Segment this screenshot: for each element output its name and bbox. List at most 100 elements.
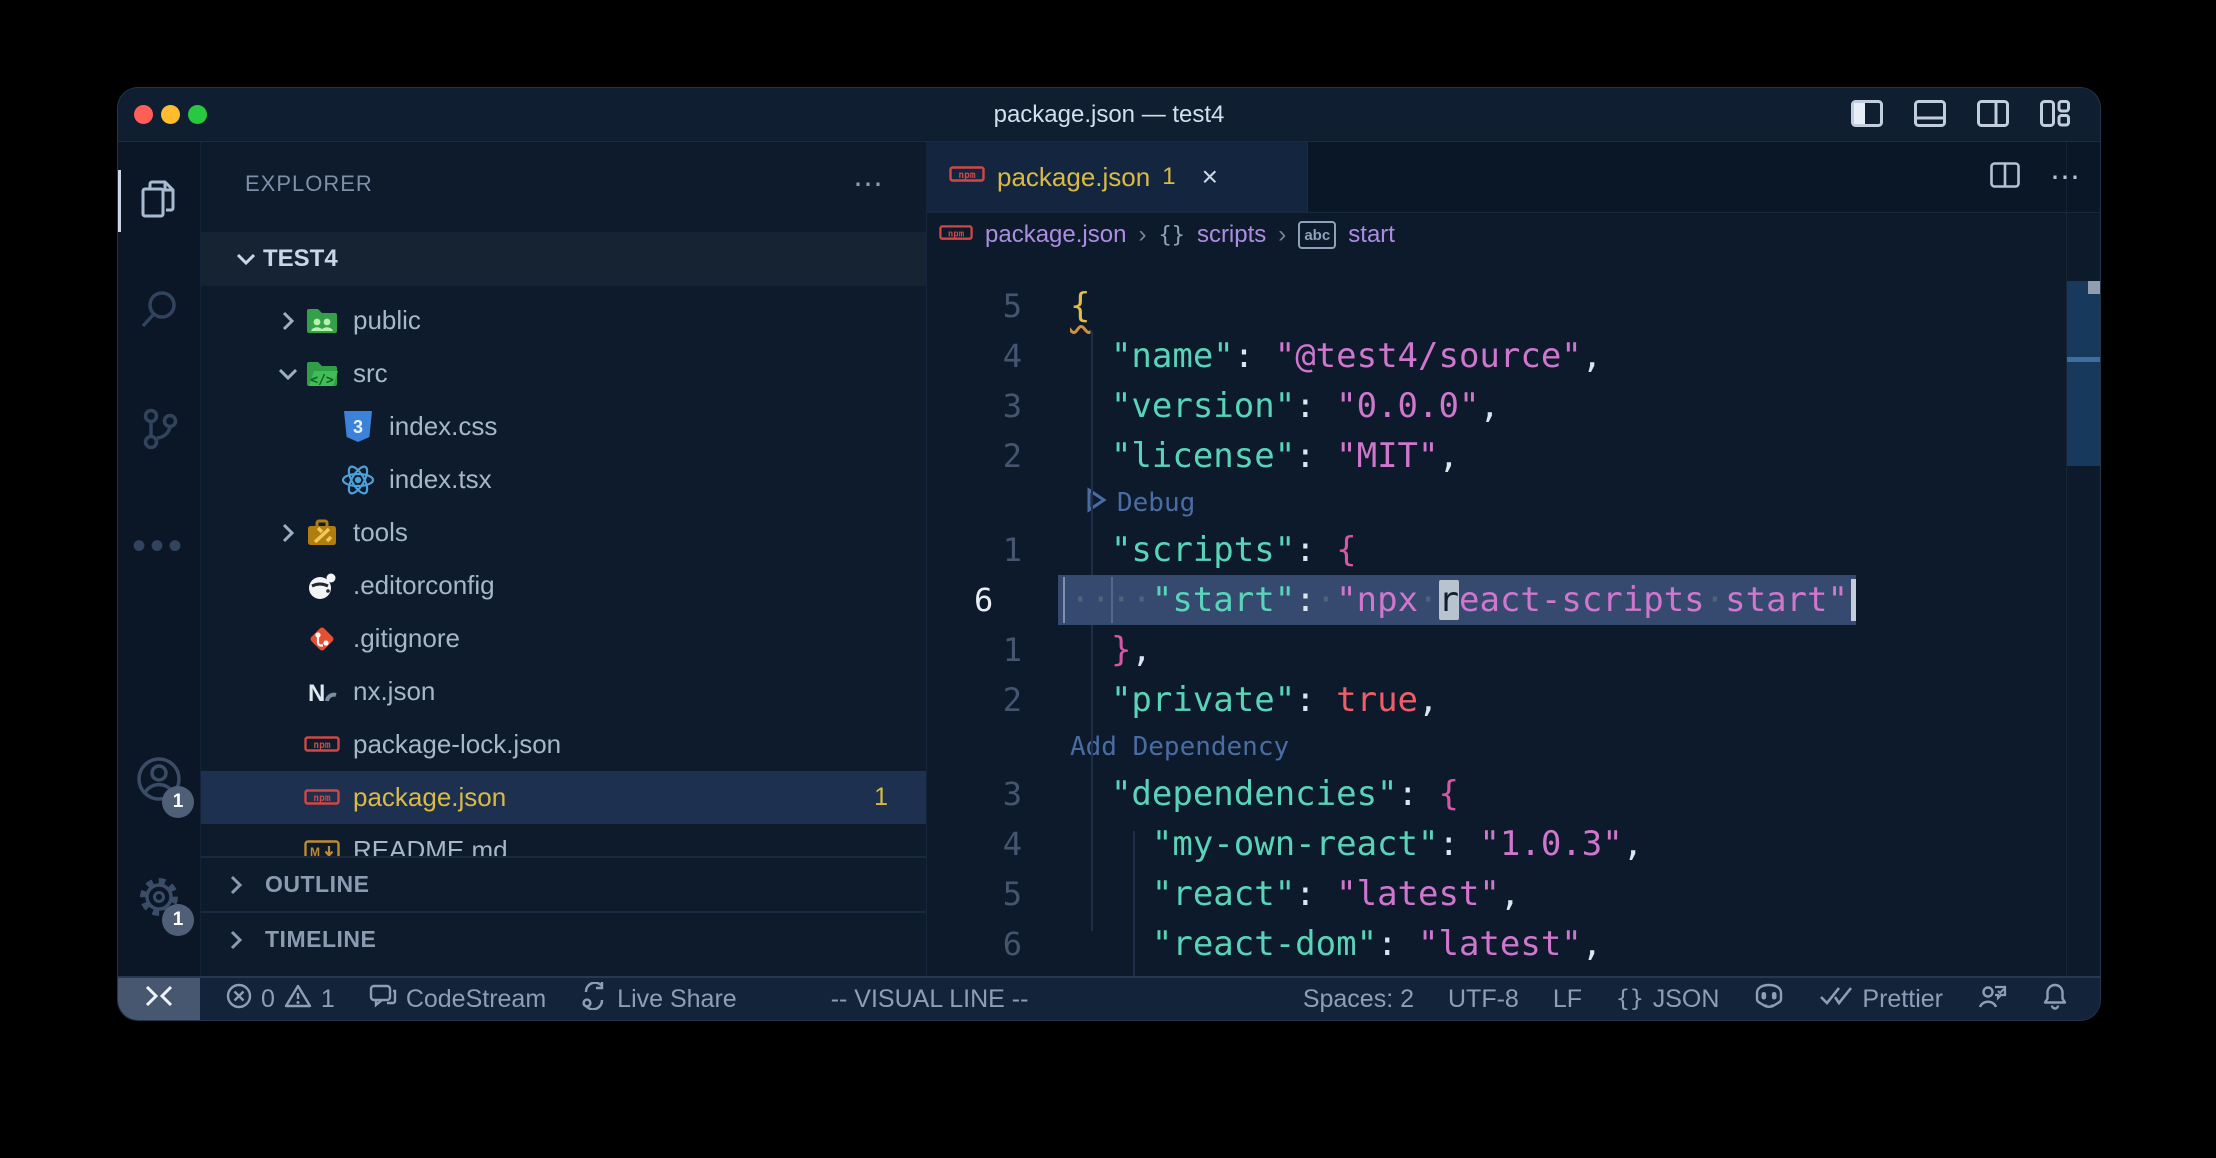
sidebar-more-actions[interactable]: ⋯ — [853, 167, 886, 202]
sidebar-title: EXPLORER — [245, 171, 373, 197]
explorer-activity-button[interactable] — [118, 162, 200, 240]
live-share-icon — [580, 982, 608, 1017]
minimize-window-button[interactable] — [161, 105, 180, 124]
indentation-status[interactable]: Spaces: 2 — [1286, 978, 1431, 1020]
editor-group: npm package.json 1 × ⋯ npm package.json … — [927, 142, 2100, 976]
breadcrumb-scripts[interactable]: scripts — [1197, 221, 1266, 249]
encoding-label: UTF-8 — [1448, 985, 1519, 1014]
settings-button[interactable]: 1 — [118, 860, 200, 938]
search-activity-button[interactable] — [118, 272, 200, 350]
files-icon — [137, 177, 181, 226]
file-tree: public </> src 3 index.css index.tsx — [201, 294, 926, 877]
toggle-sidebar-icon[interactable] — [1851, 100, 1883, 127]
chevron-down-icon — [229, 252, 263, 266]
eol-status[interactable]: LF — [1536, 978, 1599, 1020]
status-bar: 0 1 CodeStream Live Share -- VISUAL LINE… — [118, 976, 2100, 1020]
warning-icon — [284, 983, 312, 1016]
line-number-current: 6 — [927, 581, 1022, 619]
close-tab-icon[interactable]: × — [1202, 163, 1218, 191]
feedback-status[interactable] — [1960, 978, 2024, 1020]
breadcrumb: npm package.json › {} scripts › abc star… — [927, 213, 2100, 257]
toggle-panel-icon[interactable] — [1914, 100, 1946, 127]
tree-item-public[interactable]: public — [201, 294, 926, 347]
tab-package-json[interactable]: npm package.json 1 × — [927, 142, 1308, 212]
tree-item-gitignore[interactable]: .gitignore — [201, 612, 926, 665]
tree-item-tools[interactable]: tools — [201, 506, 926, 559]
remote-indicator[interactable] — [118, 978, 200, 1020]
code-area[interactable]: 5{ 4 "name": "@test4/source", 3 "version… — [927, 257, 2100, 976]
outline-section-header[interactable]: OUTLINE — [201, 856, 926, 911]
screen: package.json — test4 ••• 1 — [0, 0, 2216, 1158]
zoom-window-button[interactable] — [188, 105, 207, 124]
double-check-icon — [1819, 984, 1853, 1015]
bell-icon — [2041, 982, 2069, 1017]
svg-text:npm: npm — [313, 740, 330, 751]
problem-count-badge: 1 — [874, 783, 888, 812]
tree-item-nx-json[interactable]: N nx.json — [201, 665, 926, 718]
scrollbar-thumb[interactable] — [2067, 281, 2100, 466]
tree-item-editorconfig[interactable]: .editorconfig — [201, 559, 926, 612]
more-views-button[interactable]: ••• — [118, 507, 200, 585]
layout-controls — [1851, 100, 2070, 127]
close-window-button[interactable] — [134, 105, 153, 124]
tree-root-test4[interactable]: TEST4 — [201, 232, 926, 286]
eol-label: LF — [1553, 985, 1582, 1014]
accounts-button[interactable]: 1 — [118, 742, 200, 820]
code-line: 2 "private": true, — [927, 675, 2100, 725]
warning-count: 1 — [321, 985, 335, 1014]
codestream-label: CodeStream — [406, 985, 546, 1014]
code-line: 4 "my-own-react": "1.0.3", — [927, 819, 2100, 869]
copilot-status[interactable] — [1736, 978, 1802, 1020]
chevron-down-icon — [271, 367, 305, 381]
svg-text:npm: npm — [958, 170, 975, 181]
traffic-lights — [134, 105, 207, 124]
vim-mode-indicator[interactable]: -- VISUAL LINE -- — [814, 978, 1046, 1020]
breadcrumb-start[interactable]: start — [1348, 221, 1395, 249]
tree-item-package-lock[interactable]: npm package-lock.json — [201, 718, 926, 771]
split-editor-icon[interactable] — [1990, 162, 2020, 193]
play-icon — [1085, 487, 1107, 520]
codestream-status[interactable]: CodeStream — [352, 978, 563, 1020]
timeline-section-header[interactable]: TIMELINE — [201, 911, 926, 966]
tree-item-index-tsx[interactable]: index.tsx — [201, 453, 926, 506]
codelens-add-dependency[interactable]: Add Dependency — [927, 725, 2100, 769]
file-label: index.css — [389, 411, 497, 442]
react-icon — [341, 463, 375, 497]
tree-item-package-json[interactable]: npm package.json 1 — [201, 771, 926, 824]
codelens-debug[interactable]: Debug — [927, 481, 2100, 525]
problems-status[interactable]: 0 1 — [200, 978, 352, 1020]
remote-icon — [144, 983, 174, 1016]
folder-tools-icon — [305, 516, 339, 550]
tree-item-index-css[interactable]: 3 index.css — [201, 400, 926, 453]
prettier-status[interactable]: Prettier — [1802, 978, 1960, 1020]
line-number: 1 — [927, 531, 1022, 569]
npm-icon: npm — [305, 728, 339, 762]
svg-text:</>: </> — [310, 373, 334, 388]
codelens-label: Add Dependency — [1070, 732, 1289, 762]
language-mode-status[interactable]: {} JSON — [1599, 978, 1736, 1020]
selection-end-caret — [1851, 579, 1856, 621]
breadcrumb-file[interactable]: package.json — [985, 221, 1126, 249]
overview-selection-marker — [2067, 357, 2100, 362]
source-control-activity-button[interactable] — [118, 392, 200, 470]
feedback-person-icon — [1977, 982, 2007, 1017]
code-line: 4 "name": "@test4/source", — [927, 331, 2100, 381]
string-symbol-icon: abc — [1298, 221, 1336, 249]
git-icon — [305, 622, 339, 656]
tree-item-src[interactable]: </> src — [201, 347, 926, 400]
nx-icon: N — [305, 675, 339, 709]
line-number: 3 — [927, 387, 1022, 425]
line-number: 2 — [927, 681, 1022, 719]
code-line: 3 "version": "0.0.0", — [927, 381, 2100, 431]
live-share-status[interactable]: Live Share — [563, 978, 754, 1020]
tab-bar: npm package.json 1 × ⋯ — [927, 142, 2100, 213]
css3-icon: 3 — [341, 410, 375, 444]
encoding-status[interactable]: UTF-8 — [1431, 978, 1536, 1020]
codelens-label: Debug — [1117, 488, 1195, 518]
customize-layout-icon[interactable] — [2040, 100, 2070, 127]
code-line: 5 "react": "latest", — [927, 869, 2100, 919]
split-editor-icon[interactable] — [1977, 100, 2009, 127]
file-label: index.tsx — [389, 464, 492, 495]
notifications-status[interactable] — [2024, 978, 2086, 1020]
object-symbol-icon: {} — [1158, 223, 1185, 248]
